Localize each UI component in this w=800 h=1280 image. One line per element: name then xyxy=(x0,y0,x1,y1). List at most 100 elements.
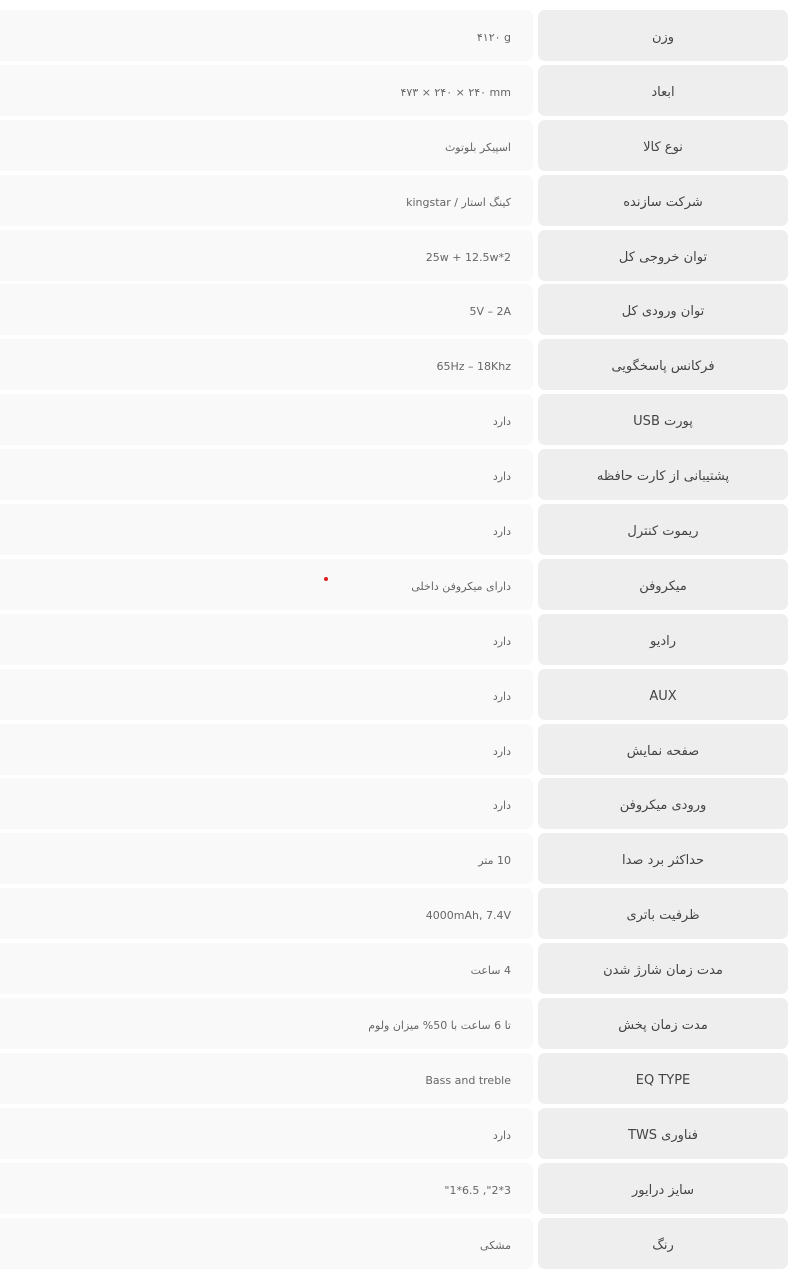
spec-value-text: مشکی xyxy=(480,1238,511,1252)
spec-label-text: توان خروجی کل xyxy=(618,249,708,265)
spec-row-tws: فناوری TWS دارد xyxy=(0,1107,788,1159)
spec-row-charge-time: مدت زمان شارژ شدن 4 ساعت xyxy=(0,943,788,995)
spec-label-text: ریموت کنترل xyxy=(627,524,699,540)
spec-value: 4000mAh, 7.4V xyxy=(0,888,533,940)
spec-value-text: 10 متر xyxy=(478,854,511,868)
spec-value: ۴۱۲۰ g xyxy=(0,10,533,61)
spec-row-weight: وزن ۴۱۲۰ g xyxy=(0,10,788,61)
spec-label: رنگ xyxy=(538,1217,788,1269)
spec-row-remote-control: ریموت کنترل دارد xyxy=(0,504,788,556)
spec-value: مشکی xyxy=(0,1217,533,1269)
spec-label: پورت USB xyxy=(538,394,788,446)
spec-label-text: پورت USB xyxy=(633,414,693,430)
spec-row-input-power: توان ورودی کل 5V – 2A xyxy=(0,284,788,336)
spec-row-product-type: نوع کالا اسپیکر بلوتوث xyxy=(0,119,788,171)
spec-row-display: صفحه نمایش دارد xyxy=(0,723,788,775)
spec-value: دارد xyxy=(0,1107,533,1159)
spec-label-text: مدت زمان پخش xyxy=(618,1018,708,1034)
spec-value-text: دارد xyxy=(492,744,511,758)
spec-label-text: حداکثر برد صدا xyxy=(621,853,705,869)
spec-value-text: ۴۷۳ × ۲۴۰ × ۲۴۰ mm xyxy=(400,85,511,99)
spec-value-text: دارد xyxy=(492,415,511,429)
spec-value-text: دارد xyxy=(492,634,511,648)
spec-label-text: ظرفیت باتری xyxy=(626,908,700,924)
spec-row-driver-size: سایز درایور 3*2", 6.5*1" xyxy=(0,1162,788,1214)
spec-label: AUX xyxy=(538,668,788,720)
spec-value: دارای میکروفن داخلی xyxy=(0,558,533,610)
spec-value: اسپیکر بلوتوث xyxy=(0,119,533,171)
spec-row-memory-card: پشتیبانی از کارت حافظه دارد xyxy=(0,449,788,501)
spec-value: 4 ساعت xyxy=(0,943,533,995)
spec-label-text: پشتیبانی از کارت حافظه xyxy=(596,469,730,485)
spec-row-usb-port: پورت USB دارد xyxy=(0,394,788,446)
spec-label: ظرفیت باتری xyxy=(538,888,788,940)
spec-value-text: 5V – 2A xyxy=(469,305,511,319)
spec-row-output-power: توان خروجی کل 25w + 12.5w*2 xyxy=(0,229,788,281)
spec-row-eq-type: EQ TYPE Bass and treble xyxy=(0,1052,788,1104)
spec-value: دارد xyxy=(0,613,533,665)
spec-value-text: کینگ استار / kingstar xyxy=(406,195,511,209)
spec-value-text: دارای میکروفن داخلی xyxy=(411,579,511,593)
spec-row-manufacturer: شرکت سازنده کینگ استار / kingstar xyxy=(0,174,788,226)
spec-value-text: دارد xyxy=(492,470,511,484)
spec-row-max-range: حداکثر برد صدا 10 متر xyxy=(0,833,788,885)
spec-row-frequency-response: فرکانس پاسخگویی 65Hz – 18Khz xyxy=(0,339,788,391)
spec-label: EQ TYPE xyxy=(538,1052,788,1104)
spec-value-text: دارد xyxy=(492,525,511,539)
spec-label: رادیو xyxy=(538,613,788,665)
spec-label-text: ابعاد xyxy=(651,84,675,100)
spec-label-text: رادیو xyxy=(650,633,677,649)
product-specs-table: وزن ۴۱۲۰ g ابعاد ۴۷۳ × ۲۴۰ × ۲۴۰ mm نوع … xyxy=(0,10,788,1272)
spec-label: فرکانس پاسخگویی xyxy=(538,339,788,391)
spec-label-text: رنگ xyxy=(652,1237,674,1253)
spec-row-microphone: میکروفن دارای میکروفن داخلی xyxy=(0,558,788,610)
spec-value-text: دارد xyxy=(492,799,511,813)
spec-label: توان خروجی کل xyxy=(538,229,788,281)
spec-value-text: تا 6 ساعت با 50% میزان ولوم xyxy=(368,1019,511,1033)
spec-label-text: نوع کالا xyxy=(643,139,683,155)
spec-label: ابعاد xyxy=(538,64,788,116)
spec-label: سایز درایور xyxy=(538,1162,788,1214)
spec-value-text: دارد xyxy=(492,1128,511,1142)
spec-value: تا 6 ساعت با 50% میزان ولوم xyxy=(0,998,533,1050)
spec-value-text: ۴۱۲۰ g xyxy=(476,31,511,44)
spec-label: توان ورودی کل xyxy=(538,284,788,336)
spec-label: صفحه نمایش xyxy=(538,723,788,775)
spec-label: فناوری TWS xyxy=(538,1107,788,1159)
red-dot-marker xyxy=(324,577,328,581)
spec-value-text: 4000mAh, 7.4V xyxy=(425,909,511,923)
spec-value: کینگ استار / kingstar xyxy=(0,174,533,226)
spec-label: ورودی میکروفن xyxy=(538,778,788,830)
spec-row-mic-input: ورودی میکروفن دارد xyxy=(0,778,788,830)
spec-row-radio: رادیو دارد xyxy=(0,613,788,665)
spec-label-text: وزن xyxy=(651,30,675,45)
spec-label-text: مدت زمان شارژ شدن xyxy=(603,963,723,979)
spec-value-text: دارد xyxy=(492,689,511,703)
spec-value: 65Hz – 18Khz xyxy=(0,339,533,391)
spec-row-battery-capacity: ظرفیت باتری 4000mAh, 7.4V xyxy=(0,888,788,940)
spec-label: مدت زمان پخش xyxy=(538,998,788,1050)
spec-label: ریموت کنترل xyxy=(538,504,788,556)
spec-value-text: 25w + 12.5w*2 xyxy=(425,250,511,264)
spec-label: شرکت سازنده xyxy=(538,174,788,226)
spec-row-color: رنگ مشکی xyxy=(0,1217,788,1269)
spec-label-text: فناوری TWS xyxy=(628,1127,699,1143)
spec-value: دارد xyxy=(0,723,533,775)
spec-value-text: 3*2", 6.5*1" xyxy=(444,1183,511,1197)
spec-label: حداکثر برد صدا xyxy=(538,833,788,885)
spec-label: نوع کالا xyxy=(538,119,788,171)
spec-value-text: 4 ساعت xyxy=(470,964,511,978)
spec-label-text: EQ TYPE xyxy=(635,1072,691,1088)
spec-label: مدت زمان شارژ شدن xyxy=(538,943,788,995)
spec-value: دارد xyxy=(0,778,533,830)
spec-label-text: میکروفن xyxy=(639,578,687,594)
spec-value: دارد xyxy=(0,394,533,446)
spec-row-dimensions: ابعاد ۴۷۳ × ۲۴۰ × ۲۴۰ mm xyxy=(0,64,788,116)
spec-label-text: ورودی میکروفن xyxy=(619,798,707,814)
spec-label-text: فرکانس پاسخگویی xyxy=(611,359,715,375)
spec-row-playback-time: مدت زمان پخش تا 6 ساعت با 50% میزان ولوم xyxy=(0,998,788,1050)
spec-value-text: 65Hz – 18Khz xyxy=(436,360,512,374)
spec-value: دارد xyxy=(0,504,533,556)
spec-label-text: شرکت سازنده xyxy=(623,194,703,210)
spec-value: 5V – 2A xyxy=(0,284,533,336)
